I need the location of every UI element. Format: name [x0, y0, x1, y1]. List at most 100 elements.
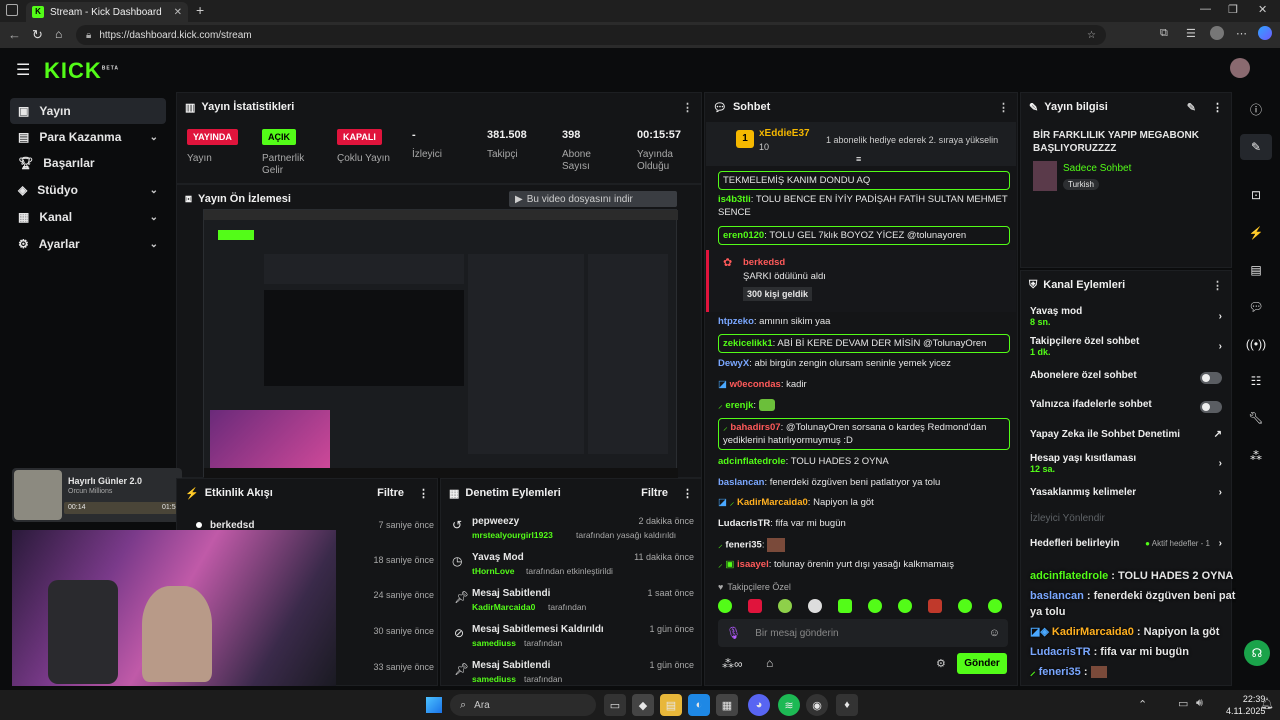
new-tab-icon[interactable]: + [196, 2, 204, 18]
action-ai-moderation[interactable]: Yapay Zeka ile Sohbet Denetimi ↗ [1030, 429, 1226, 445]
category-name[interactable]: Sadece Sohbet [1063, 163, 1131, 174]
chat-settings-icon[interactable]: ⚙ [936, 657, 946, 670]
filter-button[interactable]: Filtre [641, 487, 668, 499]
emote-icon[interactable] [808, 599, 822, 613]
back-icon[interactable]: ← [8, 27, 21, 42]
windows-start-icon[interactable] [426, 697, 442, 713]
sidebar-item-studyo[interactable]: ◈ Stüdyo ⌄ [10, 177, 166, 203]
favorite-star-icon[interactable]: ☆ [1087, 30, 1096, 41]
toggle-switch[interactable] [1200, 401, 1222, 413]
kebab-menu-icon[interactable]: ⋮ [418, 487, 429, 500]
support-icon[interactable]: ☊ [1244, 640, 1270, 666]
edit-icon[interactable]: ✎ [1187, 101, 1196, 114]
wrench-icon[interactable]: 🔧︎ [1240, 405, 1272, 431]
profile-icon[interactable] [1210, 26, 1224, 40]
edge-icon[interactable]: ◐ [688, 694, 710, 716]
chat-user[interactable]: DewyX [718, 358, 749, 369]
obs-icon[interactable]: ◉ [806, 694, 828, 716]
minimize-icon[interactable]: — [1200, 3, 1211, 15]
emote-icon[interactable] [718, 599, 732, 613]
sidebar-item-para-kazanma[interactable]: ▤ Para Kazanma ⌄ [10, 124, 166, 150]
discord-icon[interactable]: ◕ [748, 694, 770, 716]
emote-icon[interactable] [988, 599, 1002, 613]
chat-user[interactable]: baslancan [718, 477, 764, 488]
hamburger-menu-icon[interactable]: ☰ [16, 60, 30, 80]
toggle-switch[interactable] [1200, 372, 1222, 384]
sidebar-item-kanal[interactable]: ▦ Kanal ⌄ [10, 204, 166, 230]
reload-icon[interactable]: ↻ [32, 27, 43, 43]
task-view-icon[interactable]: ▭ [604, 694, 626, 716]
spotify-icon[interactable]: ≋ [778, 694, 800, 716]
set-targets-row[interactable]: Hedefleri belirleyin ● Aktif hedefler - 1… [1030, 538, 1226, 554]
user-avatar[interactable] [1230, 58, 1250, 78]
pinned-app-icon[interactable]: ♦ [836, 694, 858, 716]
chat-user[interactable]: htpzeko [718, 316, 754, 327]
kebab-menu-icon[interactable]: ⋮ [998, 101, 1009, 114]
store-icon[interactable]: ⌂ [766, 656, 773, 670]
home-icon[interactable]: ⌂ [55, 27, 62, 41]
browser-menu-icon[interactable]: ⋯ [1236, 27, 1247, 40]
notification-icon[interactable]: 🔔︎ [1260, 697, 1274, 710]
sidebar-item-yayin[interactable]: ▣ Yayın [10, 98, 166, 124]
message-icon[interactable]: 💬︎ [1240, 294, 1272, 320]
microphone-icon[interactable]: 🎙︎ [726, 626, 741, 640]
kebab-menu-icon[interactable]: ⋮ [682, 101, 693, 114]
network-icon[interactable]: ▭ [1178, 697, 1188, 710]
copilot-app-icon[interactable]: ◆ [632, 694, 654, 716]
expand-icon[interactable]: ≡ [856, 154, 861, 164]
chat-user[interactable]: bahadirs07 [730, 422, 780, 433]
close-window-icon[interactable]: ✕ [1258, 3, 1267, 16]
chat-user[interactable]: eren0120 [723, 230, 764, 241]
emote-icon[interactable] [778, 599, 792, 613]
screen-icon[interactable]: ⊡ [1240, 182, 1272, 208]
apps-icon[interactable]: ⁂ [1240, 443, 1272, 469]
preview-video[interactable] [203, 209, 678, 478]
taskbar-search[interactable]: ⌕ Ara [450, 694, 596, 716]
filter-button[interactable]: Filtre [377, 487, 404, 499]
send-button[interactable]: Gönder [957, 653, 1007, 674]
favorites-icon[interactable]: ☰ [1186, 27, 1196, 40]
broadcast-icon[interactable]: ((•)) [1240, 331, 1272, 357]
info-circle-icon[interactable]: ⓘ [1240, 96, 1272, 122]
chat-input[interactable]: 🎙︎ Bir mesaj gönderin ☺ [718, 619, 1008, 647]
maximize-icon[interactable]: ❐ [1228, 3, 1238, 16]
notes-icon[interactable]: ▤ [1240, 257, 1272, 283]
kebab-menu-icon[interactable]: ⋮ [682, 487, 693, 500]
tab-actions-icon[interactable] [6, 4, 18, 16]
lightning-icon[interactable]: ⚡ [1240, 220, 1272, 246]
chat-user[interactable]: zekicelikk1 [723, 338, 773, 349]
layout-icon[interactable]: ☷ [1240, 368, 1272, 394]
extensions-icon[interactable]: ⧉ [1160, 27, 1168, 40]
chat-user[interactable]: feneri35 [725, 540, 761, 551]
chat-user[interactable]: isaayel [737, 559, 769, 570]
emote-icon[interactable] [868, 599, 882, 613]
chat-user[interactable]: KadirMarcaida0 [737, 497, 808, 508]
action-slow-mode[interactable]: Yavaş mod 8 sn. › [1030, 306, 1226, 332]
chat-user[interactable]: adcinflatedrole [718, 456, 786, 467]
action-account-age[interactable]: Hesap yaşı kısıtlaması 12 sa. › [1030, 453, 1226, 479]
close-tab-icon[interactable]: ✕ [174, 7, 182, 18]
chat-user[interactable]: w0econdas [730, 379, 781, 390]
file-explorer-icon[interactable]: ▤ [660, 694, 682, 716]
sidebar-item-basarilar[interactable]: 🏆︎ Başarılar [10, 150, 166, 176]
emote-icon[interactable] [748, 599, 762, 613]
browser-tab[interactable]: K Stream - Kick Dashboard ✕ [26, 2, 188, 22]
action-followers-only[interactable]: Takipçilere özel sohbet 1 dk. › [1030, 336, 1226, 362]
sidebar-item-ayarlar[interactable]: ⚙ Ayarlar ⌄ [10, 231, 166, 257]
chat-tools-icon[interactable]: ⁂∞ [722, 657, 743, 671]
emote-icon[interactable] [958, 599, 972, 613]
chat-user[interactable]: LudacrisTR [718, 518, 770, 529]
emote-icon[interactable] [838, 599, 852, 613]
tray-overflow-icon[interactable]: ⌃ [1138, 698, 1147, 711]
copilot-icon[interactable] [1258, 26, 1272, 40]
download-video-overlay[interactable]: ▶ Bu video dosyasını indir [509, 191, 677, 207]
emote-icon[interactable] [928, 599, 942, 613]
url-field[interactable]: 🔒︎ https://dashboard.kick.com/stream ☆ [76, 25, 1106, 45]
emote-icon[interactable] [898, 599, 912, 613]
chat-user[interactable]: erenjk [725, 400, 753, 411]
emoji-icon[interactable]: ☺ [989, 627, 1000, 639]
action-emote-only[interactable]: Yalnızca ifadelerle sohbet [1030, 399, 1226, 415]
chat-user[interactable]: is4b3tli [718, 194, 751, 205]
action-banned-words[interactable]: Yasaklanmış kelimeler › [1030, 487, 1226, 503]
store-app-icon[interactable]: ▦ [716, 694, 738, 716]
